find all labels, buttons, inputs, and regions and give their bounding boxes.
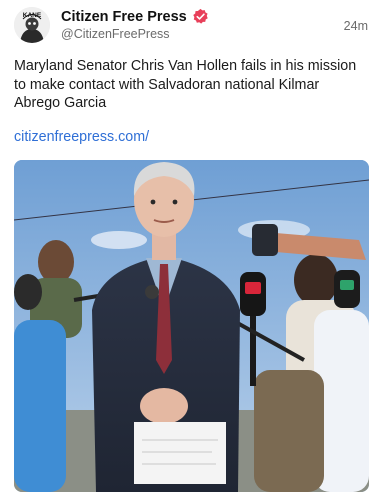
verified-badge-icon — [193, 8, 208, 24]
post-timestamp: 24m — [343, 19, 368, 33]
author-name-row: Citizen Free Press — [61, 8, 209, 25]
author-handle[interactable]: @CitizenFreePress — [61, 27, 170, 41]
post-card[interactable]: KANE Citizen Free Press @CitizenFreePres… — [0, 0, 383, 500]
avatar-lettering: KANE — [23, 12, 42, 19]
press-conference-photo-icon — [14, 160, 369, 492]
kane-avatar-icon: KANE — [14, 7, 50, 43]
post-media-photo[interactable] — [14, 160, 369, 492]
author-display-name[interactable]: Citizen Free Press — [61, 9, 187, 25]
post-text: Maryland Senator Chris Van Hollen fails … — [14, 58, 357, 111]
post-link[interactable]: citizenfreepress.com/ — [14, 129, 149, 145]
author-avatar[interactable]: KANE — [14, 7, 50, 43]
